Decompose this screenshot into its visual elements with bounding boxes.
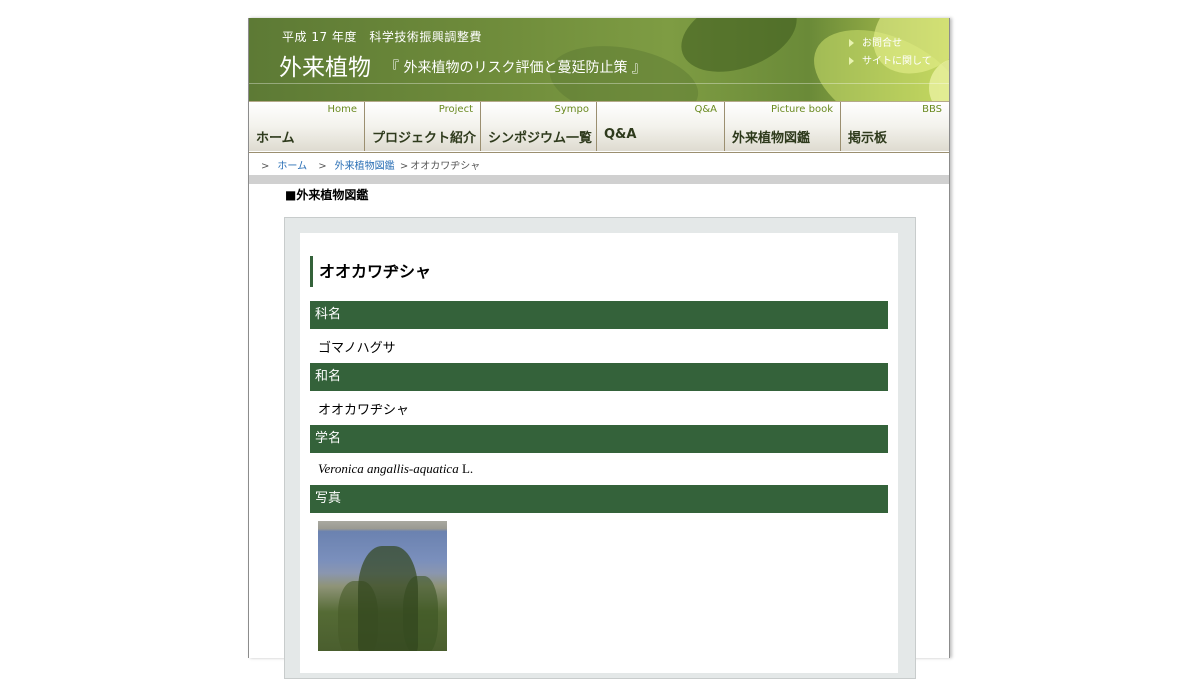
nav-project-en: Project	[438, 104, 473, 115]
nav-sympo-label: シンポジウム一覧	[488, 131, 593, 146]
scientific-name-author: L.	[458, 461, 474, 476]
nav-qa-label: Q&A	[604, 127, 637, 142]
nav-qa-en: Q&A	[694, 104, 717, 115]
family-name-header: 科名	[310, 301, 888, 329]
breadcrumb: > ホーム > 外来植物図鑑 > オオカワヂシャ	[261, 157, 480, 172]
plant-detail-panel: オオカワヂシャ 科名 ゴマノハグサ 和名 オオカワヂシャ 学名 Veronica…	[300, 233, 898, 673]
breadcrumb-separator: >	[318, 161, 327, 172]
nav-project-label: プロジェクト紹介	[372, 131, 477, 146]
breadcrumb-picture-book-link[interactable]: 外来植物図鑑	[335, 161, 395, 172]
nav-home-label: ホーム	[256, 131, 295, 146]
nav-bbs-en: BBS	[922, 104, 942, 115]
japanese-name-value: オオカワヂシャ	[318, 403, 410, 418]
photo-header: 写真	[310, 485, 888, 513]
nav-project[interactable]: Project プロジェクト紹介	[365, 102, 481, 151]
nav-bbs-label: 掲示板	[848, 131, 888, 146]
arrow-right-icon	[849, 39, 854, 47]
breadcrumb-separator: >	[399, 161, 409, 172]
header-banner: 平成 17 年度 科学技術振興調整費 外来植物 『 外来植物のリスク評価と蔓延防…	[249, 18, 949, 101]
contact-link-label: お問合せ	[862, 38, 902, 49]
scientific-name-species: Veronica angallis-aquatica	[318, 461, 459, 476]
arrow-right-icon	[849, 57, 854, 65]
family-name-value: ゴマノハグサ	[318, 341, 396, 356]
scientific-name-header: 学名	[310, 425, 888, 453]
nav-home-en: Home	[327, 104, 357, 115]
header-subtitle: 平成 17 年度 科学技術振興調整費	[282, 30, 482, 44]
plant-photo-foliage	[358, 546, 418, 651]
header-rule	[249, 83, 949, 84]
nav-picture-book[interactable]: Picture book 外来植物図鑑	[725, 102, 841, 151]
content-frame: オオカワヂシャ 科名 ゴマノハグサ 和名 オオカワヂシャ 学名 Veronica…	[284, 217, 916, 679]
nav-sympo[interactable]: Sympo シンポジウム一覧	[481, 102, 597, 151]
site-tagline: 『 外来植物のリスク評価と蔓延防止策 』	[385, 60, 646, 76]
nav-sympo-en: Sympo	[554, 104, 589, 115]
nav-picture-book-en: Picture book	[771, 104, 833, 115]
nav-home[interactable]: Home ホーム	[249, 102, 365, 151]
japanese-name-header: 和名	[310, 363, 888, 391]
divider-bar	[249, 175, 949, 184]
section-heading: ■外来植物図鑑	[285, 188, 369, 202]
site-title[interactable]: 外来植物	[279, 48, 371, 82]
breadcrumb-home-link[interactable]: ホーム	[277, 161, 307, 172]
nav-bbs[interactable]: BBS 掲示板	[841, 102, 949, 151]
about-site-link[interactable]: サイトに関して	[849, 52, 932, 67]
plant-photo[interactable]	[318, 521, 447, 651]
nav-picture-book-label: 外来植物図鑑	[732, 131, 811, 146]
about-site-link-label: サイトに関して	[862, 56, 932, 67]
page-container: 平成 17 年度 科学技術振興調整費 外来植物 『 外来植物のリスク評価と蔓延防…	[248, 18, 950, 679]
plant-title: オオカワヂシャ	[310, 256, 889, 287]
breadcrumb-current: オオカワヂシャ	[410, 161, 481, 172]
scientific-name-value: Veronica angallis-aquatica L.	[318, 461, 473, 477]
nav-qa[interactable]: Q&A Q&A	[597, 102, 725, 151]
main-nav: Home ホーム Project プロジェクト紹介 Sympo シンポジウム一覧…	[249, 101, 949, 153]
breadcrumb-separator: >	[261, 161, 270, 172]
contact-link[interactable]: お問合せ	[849, 34, 902, 49]
